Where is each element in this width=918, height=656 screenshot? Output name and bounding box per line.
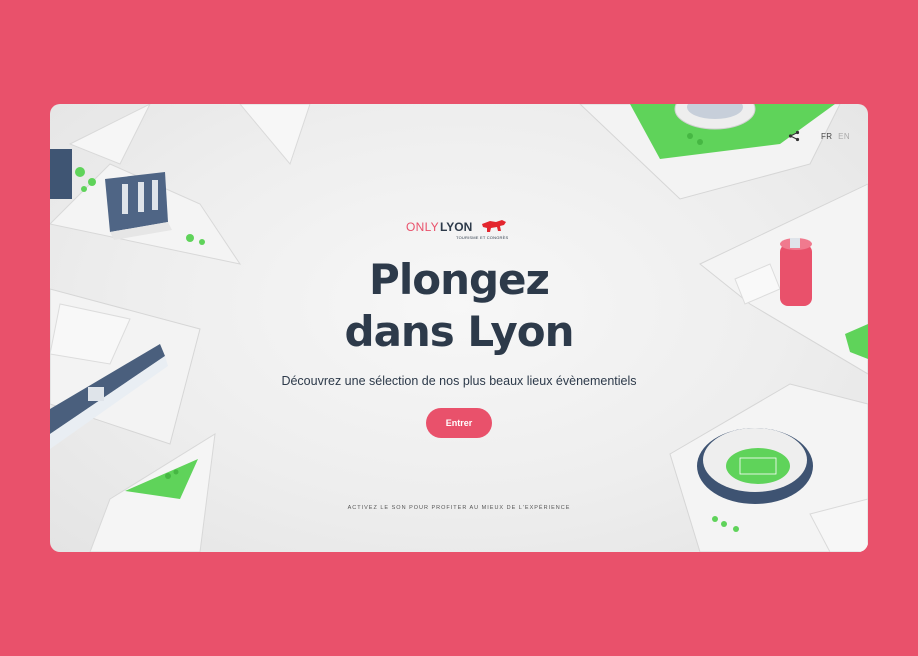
- sound-hint: ACTIVEZ LE SON POUR PROFITER AU MIEUX DE…: [347, 505, 571, 511]
- building-stadium: [697, 428, 813, 504]
- tree: [697, 139, 703, 145]
- tree: [733, 526, 739, 532]
- terrain-tile: [239, 104, 311, 166]
- hero-title-line2: dans Lyon: [344, 307, 575, 356]
- language-switcher: FR EN: [818, 132, 850, 141]
- building-left-edge: [50, 149, 72, 199]
- logo-tagline: TOURISME ET CONGRÈS: [456, 235, 509, 240]
- tree: [199, 239, 205, 245]
- tree: [687, 133, 693, 139]
- building-hotel-dieu: [105, 172, 172, 240]
- tree: [81, 186, 87, 192]
- logo-only: ONLY: [406, 220, 439, 234]
- tree: [712, 516, 718, 522]
- terrain-tile: [68, 104, 151, 165]
- hero-card: FR EN ONLY LYON TOURISME ET CONGRÈS Plon…: [50, 104, 868, 552]
- tree: [88, 178, 96, 186]
- top-bar: FR EN: [788, 130, 850, 142]
- enter-button[interactable]: Entrer: [426, 408, 492, 438]
- hero-title: Plongez dans Lyon: [50, 254, 868, 358]
- tree: [721, 521, 727, 527]
- tree: [75, 167, 85, 177]
- hero-title-line1: Plongez: [369, 255, 550, 304]
- lang-fr[interactable]: FR: [821, 132, 832, 141]
- tree: [186, 234, 194, 242]
- tree: [165, 473, 171, 479]
- hero-subtitle: Découvrez une sélection de nos plus beau…: [281, 374, 637, 388]
- lion-icon: [482, 220, 506, 232]
- onlylyon-logo[interactable]: ONLY LYON TOURISME ET CONGRÈS: [406, 218, 510, 242]
- logo-lyon: LYON: [440, 220, 473, 234]
- tree: [173, 469, 179, 475]
- lang-en[interactable]: EN: [838, 132, 850, 141]
- share-icon[interactable]: [788, 130, 800, 142]
